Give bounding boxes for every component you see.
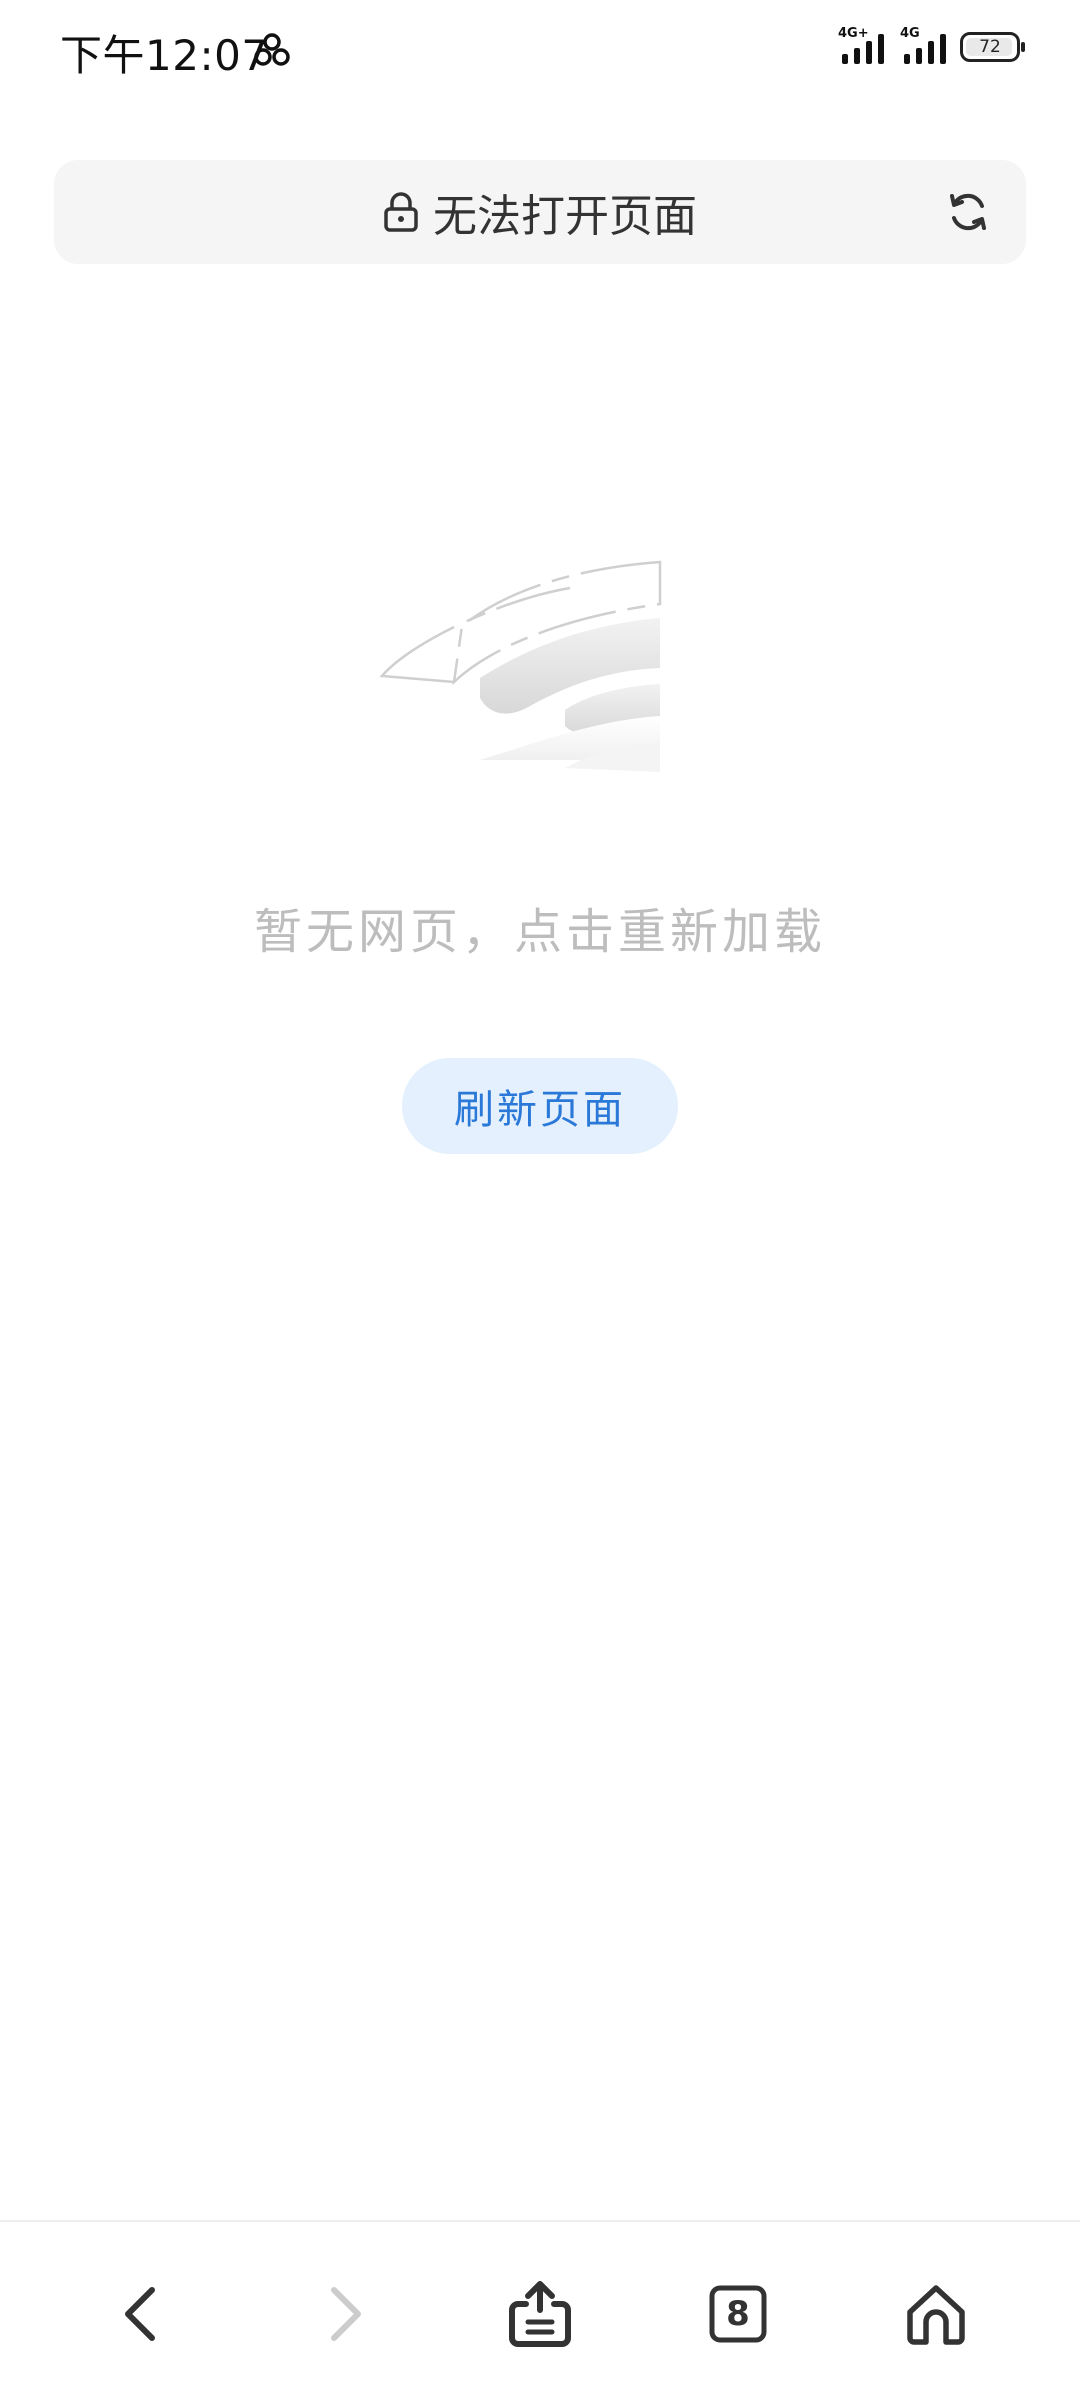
forward-arrow-icon [331,2287,361,2341]
cluster-icon [254,33,290,66]
reload-icon[interactable] [946,190,990,234]
lock-icon [384,192,418,232]
back-button[interactable] [104,2274,184,2354]
status-time: 下午12:07 [60,31,269,80]
signal-4g-plus-icon: 4G+ [838,26,890,66]
battery-level: 72 [979,37,1001,57]
battery-icon: 72 [960,32,1025,62]
home-icon [907,2285,965,2345]
tabs-count: 8 [726,2294,750,2334]
tabs-button[interactable]: 8 [698,2274,778,2354]
status-bar: 下午12:07 4G+ 4G 72 [0,0,1080,96]
address-bar[interactable]: 无法打开页面 [54,160,1026,264]
forward-button[interactable] [302,2274,382,2354]
page-title: 无法打开页面 [433,191,697,242]
no-network-wifi-illustration [379,560,662,772]
signal-tag: 4G+ [838,26,869,41]
signal-4g-icon: 4G [900,26,952,66]
signal-tag: 4G [900,26,920,41]
back-arrow-icon [125,2287,155,2341]
share-icon [509,2281,571,2347]
refresh-page-button[interactable]: 刷新页面 [402,1058,678,1154]
bottom-toolbar: 8 [0,2220,1080,2400]
address-title-group: 无法打开页面 [54,160,1026,264]
share-button[interactable] [500,2274,580,2354]
empty-message[interactable]: 暂无网页，点击重新加载 [0,892,1080,962]
home-button[interactable] [896,2274,976,2354]
